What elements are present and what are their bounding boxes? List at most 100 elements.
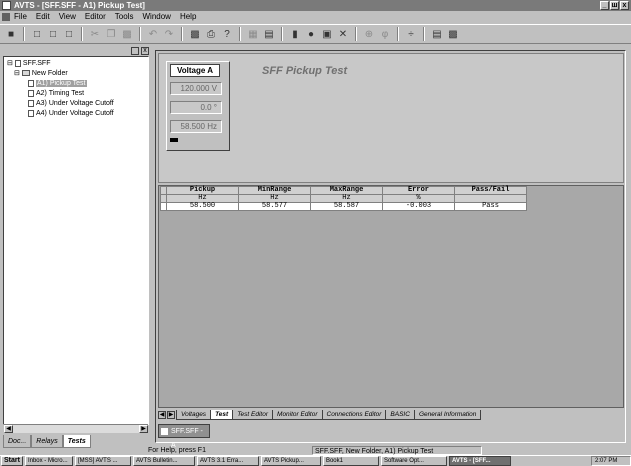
toolbar-separator [355,27,357,41]
table-cell[interactable]: 58.587 [310,202,383,211]
test-icon [28,110,34,117]
table-icon[interactable]: ▤ [262,27,276,41]
voltage-angle-field[interactable]: 0.0 ° [170,101,222,114]
toolbar-separator [239,27,241,41]
new-icon[interactable]: □ [30,27,44,41]
undo-icon[interactable]: ↶ [146,27,160,41]
redo-icon[interactable]: ↷ [162,27,176,41]
minimize-button[interactable]: _ [600,1,609,10]
tab-documents[interactable]: Doc... [3,435,32,448]
save-icon[interactable]: ■ [4,27,18,41]
project-tree: ⊟ SFF.SFF ⊟ New Folder A1) Pickup Test A… [3,56,149,425]
menu-edit[interactable]: Edit [36,11,50,23]
step-icon[interactable]: ⊕ [362,27,376,41]
stop-icon[interactable]: ▣ [320,27,334,41]
print-preview-icon[interactable]: ▩ [188,27,202,41]
cut-icon[interactable]: ✂ [88,27,102,41]
paste-icon[interactable]: ▩ [120,27,134,41]
taskbar-item-avts-errata[interactable]: AVTS 3.1 Erra... [196,456,259,466]
phase-icon[interactable]: φ [378,27,392,41]
maximize-button[interactable]: ш [610,1,619,10]
window-titlebar: AVTS - [SFF.SFF - A1) Pickup Test] _ ш x [0,0,631,11]
table-cell[interactable]: 58.500 [166,202,239,211]
table-cell[interactable]: Pass [454,202,527,211]
record-icon[interactable]: ▮ [288,27,302,41]
left-pane-tabs: Doc... Relays Tests [3,435,149,449]
tab-test-editor[interactable]: Test Editor [232,410,274,420]
print-icon[interactable]: ⎙ [204,27,218,41]
tree-folder[interactable]: ⊟ New Folder [14,69,68,78]
taskbar-item-avts-pickup[interactable]: AVTS Pickup... [260,456,321,466]
taskbar-item-inbox[interactable]: Inbox - Micro... [24,456,73,466]
menu-editor[interactable]: Editor [85,11,106,23]
tab-general-information[interactable]: General Information [413,410,482,420]
tree-root[interactable]: ⊟ SFF.SFF [7,59,51,67]
tab-monitor-editor[interactable]: Monitor Editor [272,410,323,420]
taskbar-item-software-opt[interactable]: Software Opt... [380,456,447,466]
system-tray-clock: 2:07 PM [591,456,631,466]
tab-voltages[interactable]: Voltages [176,410,212,420]
results-grid [158,185,624,408]
expand-icon: ⊟ [14,70,20,77]
folder-icon [21,70,30,76]
toolbar-separator [281,27,283,41]
toolbar-separator [23,27,25,41]
menu-bar: File Edit View Editor Tools Window Help [0,11,631,23]
status-help-text: For Help, press F1 [148,447,206,454]
tab-test[interactable]: Test [210,410,234,420]
table-cell[interactable]: 58.577 [238,202,311,211]
close-doc-icon[interactable]: □ [62,27,76,41]
tree-view-icon[interactable]: ▤ [430,27,444,41]
taskbar-item-avts-bulletin[interactable]: AVTS Bulletin... [132,456,195,466]
taskbar-item-book1[interactable]: Book1 [322,456,379,466]
pin-icon[interactable] [131,47,139,55]
tab-basic[interactable]: BASIC [385,410,415,420]
status-bar: For Help, press F1 SFF.SFF, New Folder, … [146,446,631,455]
app-icon [2,1,11,10]
taskbar-item-mss-avts[interactable]: [MSS] AVTS ... [74,456,131,466]
file-icon [14,59,21,67]
table-row[interactable]: 58.500 58.577 58.587 -0.003 Pass [160,202,527,211]
voltage-magnitude-field[interactable]: 120.000 V [170,82,222,95]
tree-item-timing-test[interactable]: A2) Timing Test [28,90,84,97]
tree-item-under-voltage-2[interactable]: A4) Under Voltage Cutoff [28,110,114,117]
run-icon[interactable]: ● [304,27,318,41]
voltage-frequency-field[interactable]: 58.500 Hz [170,120,222,133]
start-button[interactable]: Start [1,456,23,466]
menu-file[interactable]: File [14,11,27,23]
sheet-tabs: ◀ ▶ Voltages Test Test Editor Monitor Ed… [158,410,624,422]
menu-help[interactable]: Help [180,11,196,23]
tab-next-icon[interactable]: ▶ [167,411,175,419]
tree-item-under-voltage-1[interactable]: A3) Under Voltage Cutoff [28,100,114,107]
menu-view[interactable]: View [59,11,76,23]
menu-window[interactable]: Window [142,11,170,23]
copy-icon[interactable]: ❐ [104,27,118,41]
toolbar: ■ □ □ □ ✂ ❐ ▩ ↶ ↷ ▩ ⎙ ? ▦ ▤ ▮ ● ▣ ✕ ⊕ φ … [0,24,631,44]
expand-icon: ⊟ [7,60,13,67]
open-icon[interactable]: □ [46,27,60,41]
tab-connections-editor[interactable]: Connections Editor [321,410,387,420]
tree-horizontal-scrollbar[interactable]: ◀ ▶ [4,424,148,433]
window-title: AVTS - [SFF.SFF - A1) Pickup Test] [14,1,145,10]
scroll-right-icon[interactable]: ▶ [139,425,148,433]
document-tab[interactable]: SFF.SFF - A [158,424,210,449]
close-pane-icon[interactable]: x [141,47,149,55]
col-passfail[interactable]: Pass/Fail [454,186,527,195]
grid-icon[interactable]: ▦ [246,27,260,41]
left-pane-header: x [3,47,149,56]
scroll-left-icon[interactable]: ◀ [4,425,13,433]
tree-item-pickup-test[interactable]: A1) Pickup Test [28,80,87,87]
table-cell[interactable]: -0.003 [382,202,455,211]
close-button[interactable]: x [620,1,629,10]
delete-icon[interactable]: ✕ [336,27,350,41]
tab-relays[interactable]: Relays [31,435,63,448]
menu-tools[interactable]: Tools [115,11,134,23]
taskbar-item-avts-active[interactable]: AVTS - [SFF... [448,456,511,466]
tab-tests[interactable]: Tests [62,435,91,448]
status-path: SFF.SFF, New Folder, A1) Pickup Test [312,446,482,455]
tab-prev-icon[interactable]: ◀ [158,411,166,419]
taskbar: Start Inbox - Micro... [MSS] AVTS ... AV… [0,455,631,466]
network-icon[interactable]: ▩ [446,27,460,41]
split-icon[interactable]: ÷ [404,27,418,41]
help-icon[interactable]: ? [220,27,234,41]
